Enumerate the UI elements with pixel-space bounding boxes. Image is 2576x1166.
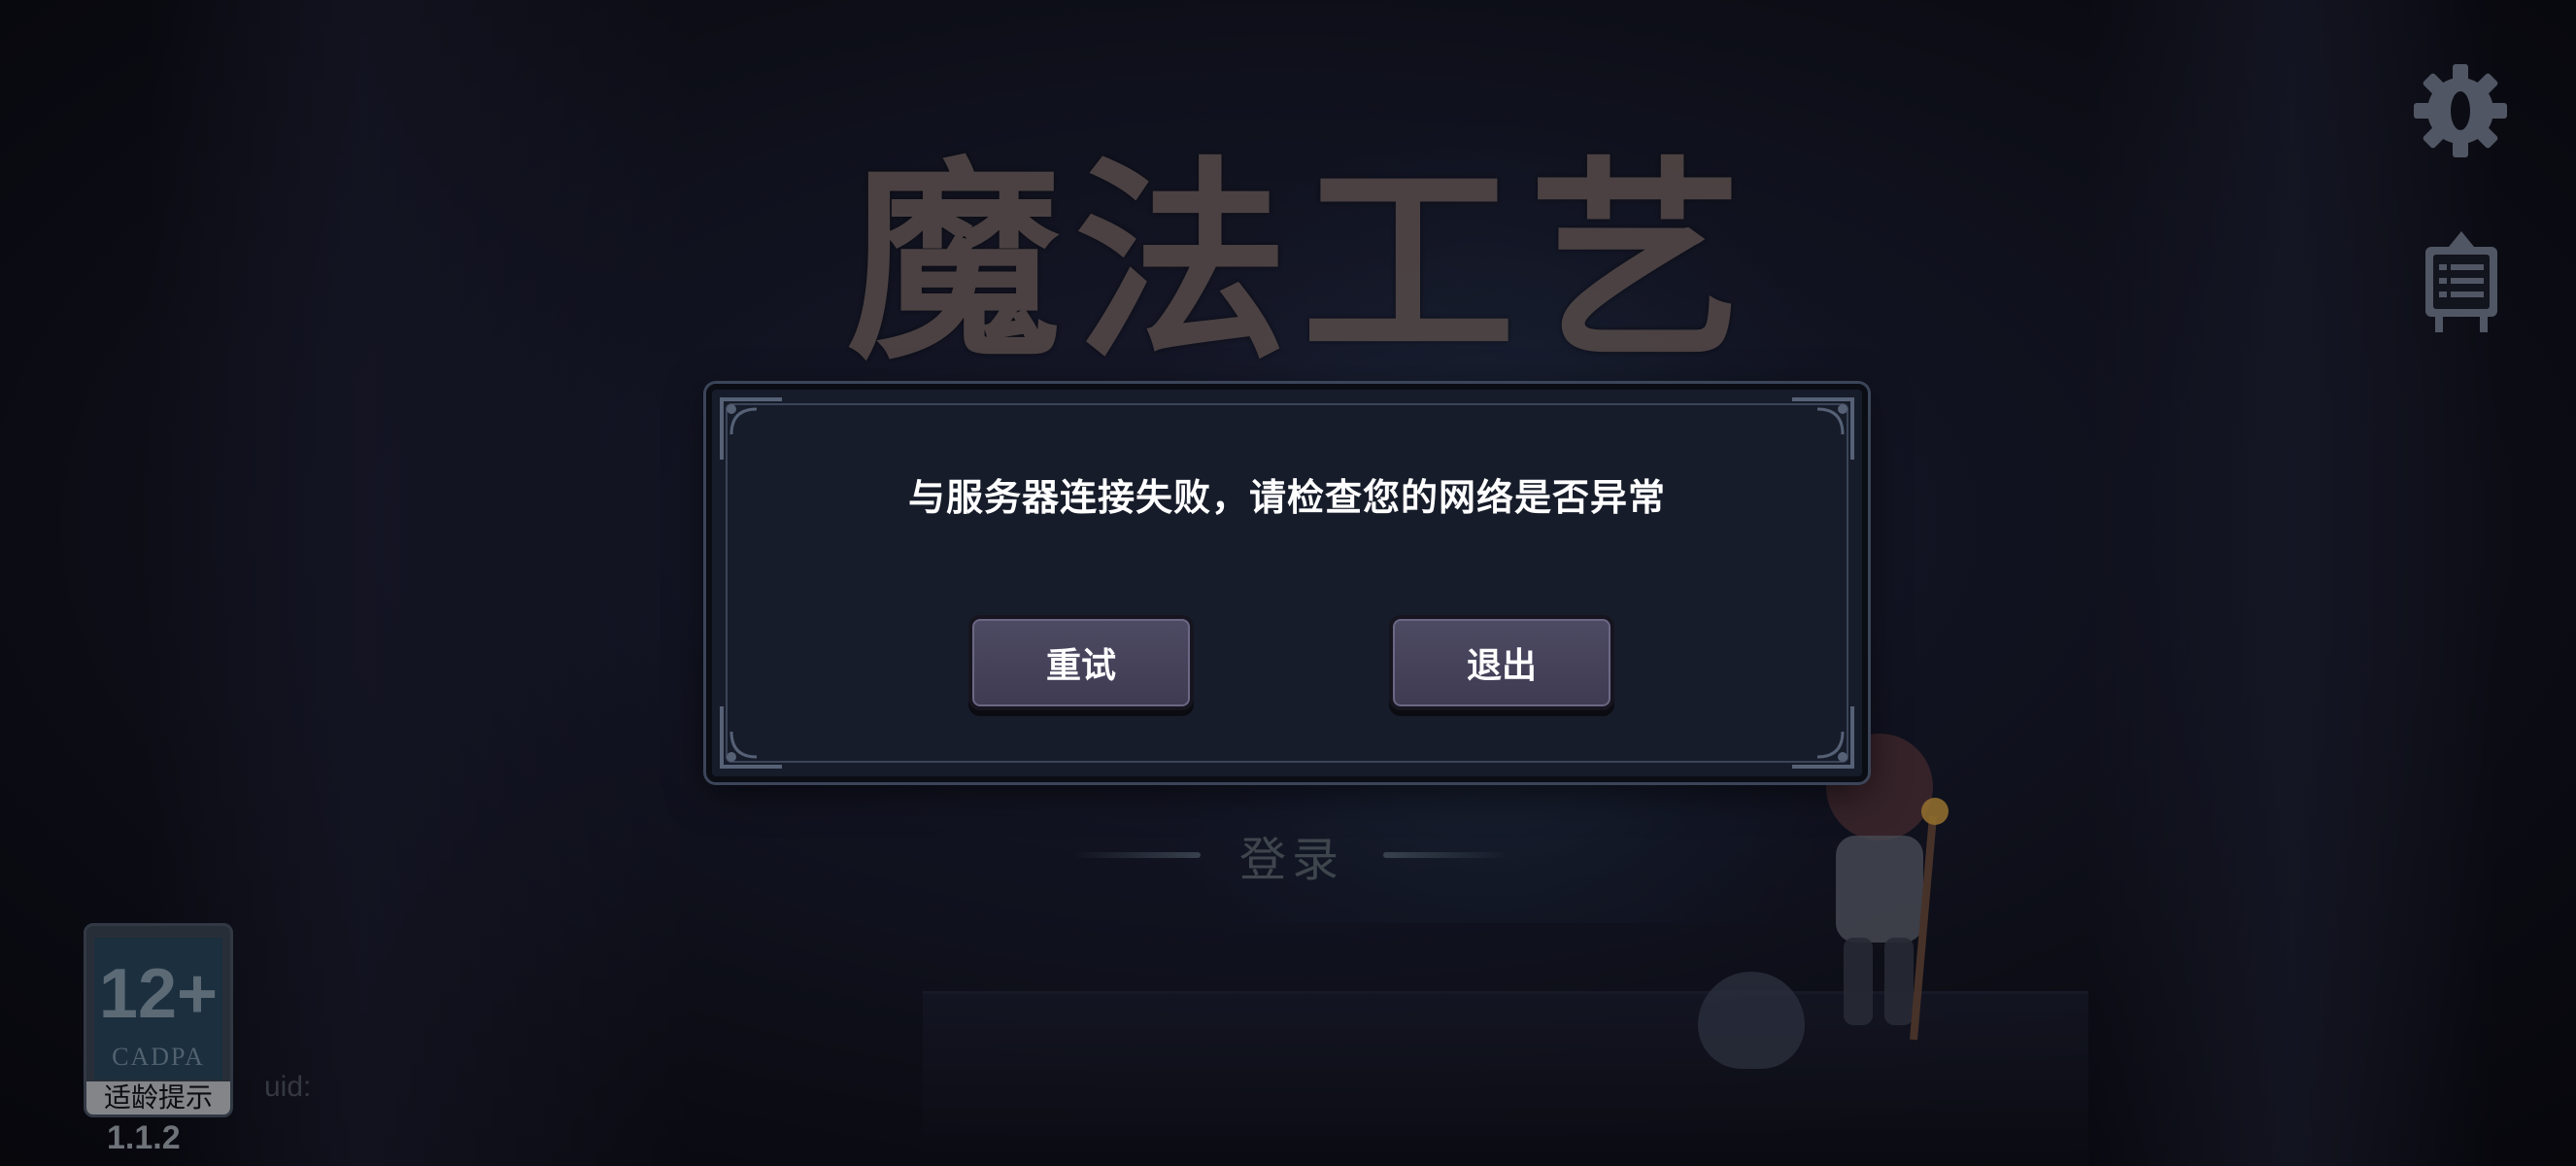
- exit-button[interactable]: 退出: [1389, 615, 1614, 710]
- corner-ornament-icon: [720, 706, 782, 769]
- connection-error-dialog: 与服务器连接失败，请检查您的网络是否异常 重试 退出: [706, 384, 1868, 782]
- dialog-inner-frame: [726, 403, 1848, 763]
- corner-ornament-icon: [1792, 397, 1854, 460]
- dialog-message: 与服务器连接失败，请检查您的网络是否异常: [907, 476, 1666, 519]
- corner-ornament-icon: [1792, 706, 1854, 769]
- retry-button[interactable]: 重试: [968, 615, 1194, 710]
- corner-ornament-icon: [720, 397, 782, 460]
- game-login-screen: 魔法工艺 登录 12+ CADPA 适龄提示 1.1.2 uid: 与服务器连接…: [0, 0, 2576, 1166]
